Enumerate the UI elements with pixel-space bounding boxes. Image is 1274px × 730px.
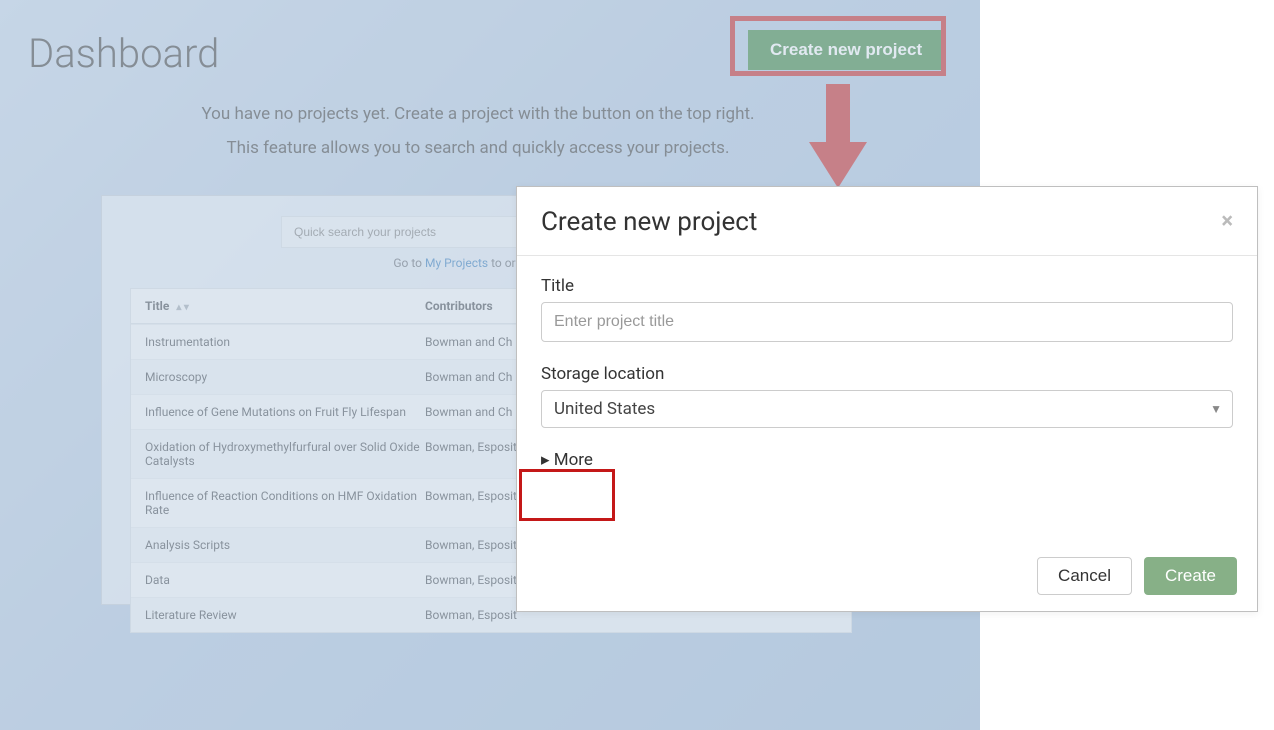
modal-title: Create new project [541, 207, 757, 237]
project-title-cell: Influence of Gene Mutations on Fruit Fly… [145, 405, 425, 419]
close-icon[interactable]: × [1221, 211, 1233, 233]
page-title: Dashboard [28, 30, 219, 77]
create-project-modal: Create new project × Title Storage locat… [516, 186, 1258, 612]
modal-header: Create new project × [517, 187, 1257, 256]
storage-location-select[interactable]: United States ▼ [541, 390, 1233, 428]
chevron-down-icon: ▼ [1210, 402, 1222, 416]
project-title-cell: Influence of Reaction Conditions on HMF … [145, 489, 425, 517]
title-field-label: Title [541, 276, 1233, 296]
storage-location-value: United States [542, 391, 1232, 427]
goto-prefix: Go to [393, 256, 425, 270]
create-new-project-button[interactable]: Create new project [748, 30, 944, 70]
caret-right-icon: ▸ [541, 450, 554, 470]
column-header-title[interactable]: Title ▴ ▾ [145, 299, 425, 313]
column-header-title-text: Title [145, 299, 169, 313]
project-title-cell: Instrumentation [145, 335, 425, 349]
more-toggle[interactable]: ▸ More [541, 450, 593, 470]
cancel-button[interactable]: Cancel [1037, 557, 1132, 595]
sort-icon: ▴ ▾ [176, 302, 189, 313]
project-title-input[interactable] [541, 302, 1233, 342]
more-label: More [554, 450, 593, 470]
modal-footer: Cancel Create [1037, 557, 1237, 595]
project-title-cell: Data [145, 573, 425, 587]
project-title-cell: Microscopy [145, 370, 425, 384]
project-title-cell: Oxidation of Hydroxymethylfurfural over … [145, 440, 425, 468]
intro-text-line2: This feature allows you to search and qu… [0, 138, 956, 158]
my-projects-link[interactable]: My Projects [425, 256, 488, 270]
project-title-cell: Literature Review [145, 608, 425, 622]
storage-location-label: Storage location [541, 364, 1233, 384]
modal-body: Title Storage location United States ▼ ▸… [517, 256, 1257, 490]
project-title-cell: Analysis Scripts [145, 538, 425, 552]
create-button[interactable]: Create [1144, 557, 1237, 595]
intro-text-line1: You have no projects yet. Create a proje… [0, 104, 956, 124]
